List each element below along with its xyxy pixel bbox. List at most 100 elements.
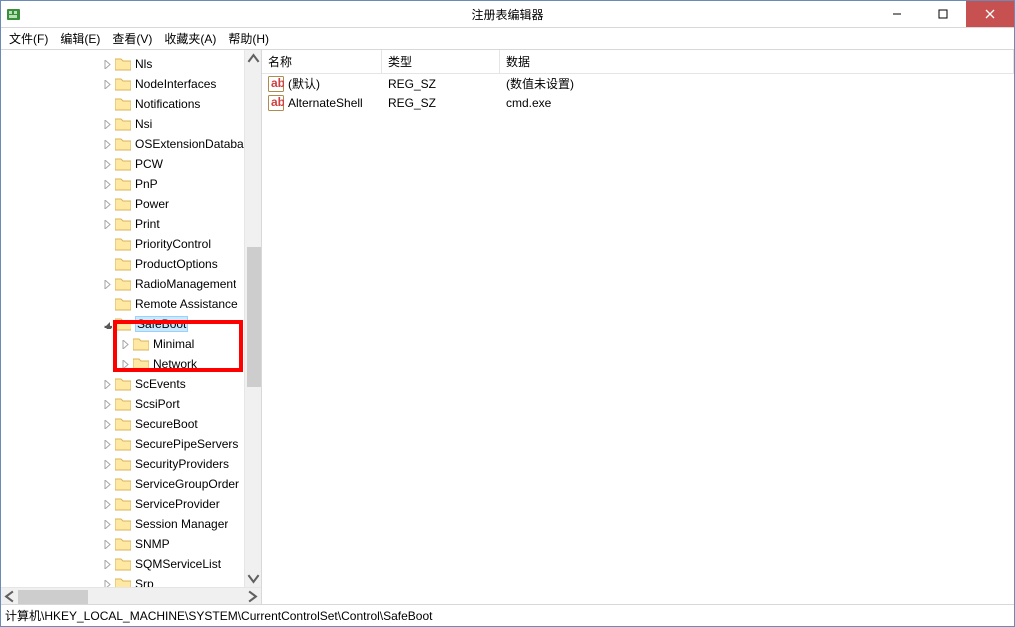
menu-view[interactable]: 查看(V) <box>106 28 158 49</box>
menu-edit[interactable]: 编辑(E) <box>54 28 106 49</box>
column-header-name[interactable]: 名称 <box>262 50 382 73</box>
collapse-icon[interactable] <box>101 318 113 330</box>
expand-icon[interactable] <box>101 518 113 530</box>
expand-icon[interactable] <box>101 158 113 170</box>
expand-icon[interactable] <box>101 278 113 290</box>
folder-icon <box>115 77 131 91</box>
vertical-scroll-thumb[interactable] <box>247 247 261 387</box>
expand-icon[interactable] <box>101 498 113 510</box>
tree-node[interactable]: NodeInterfaces <box>1 74 244 94</box>
tree-node-label: PCW <box>135 157 163 171</box>
scroll-left-button[interactable] <box>1 588 18 605</box>
scroll-down-button[interactable] <box>245 570 262 587</box>
expand-icon[interactable] <box>101 58 113 70</box>
tree-node[interactable]: Remote Assistance <box>1 294 244 314</box>
expand-icon[interactable] <box>101 198 113 210</box>
folder-icon <box>115 157 131 171</box>
list-row[interactable]: AlternateShellREG_SZcmd.exe <box>262 93 1014 112</box>
tree-node[interactable]: OSExtensionDatabase <box>1 134 244 154</box>
tree-node[interactable]: Nsi <box>1 114 244 134</box>
string-value-icon <box>268 95 284 111</box>
folder-icon <box>115 477 131 491</box>
menubar: 文件(F) 编辑(E) 查看(V) 收藏夹(A) 帮助(H) <box>1 28 1014 49</box>
horizontal-scrollbar[interactable] <box>1 587 261 604</box>
tree-node[interactable]: Minimal <box>1 334 244 354</box>
tree-node-label: Session Manager <box>135 517 228 531</box>
minimize-button[interactable] <box>874 1 920 27</box>
expand-icon[interactable] <box>101 178 113 190</box>
folder-icon <box>133 357 149 371</box>
tree-node[interactable]: RadioManagement <box>1 274 244 294</box>
menu-favorites[interactable]: 收藏夹(A) <box>158 28 222 49</box>
folder-icon <box>115 457 131 471</box>
statusbar: 计算机\HKEY_LOCAL_MACHINE\SYSTEM\CurrentCon… <box>1 604 1014 626</box>
tree-node[interactable]: Notifications <box>1 94 244 114</box>
scroll-right-button[interactable] <box>244 588 261 605</box>
tree-node[interactable]: SecureBoot <box>1 414 244 434</box>
expand-icon[interactable] <box>101 118 113 130</box>
tree-node-label: PriorityControl <box>135 237 211 251</box>
tree-node[interactable]: Srp <box>1 574 244 587</box>
tree-pane: NlsNodeInterfacesNotificationsNsiOSExten… <box>1 50 262 604</box>
expand-icon[interactable] <box>101 538 113 550</box>
tree-node[interactable]: PriorityControl <box>1 234 244 254</box>
values-pane: 名称 类型 数据 (默认)REG_SZ(数值未设置)AlternateShell… <box>262 50 1014 604</box>
expand-icon[interactable] <box>101 438 113 450</box>
expand-icon[interactable] <box>101 478 113 490</box>
tree-node-label: SafeBoot <box>135 316 188 332</box>
tree-node[interactable]: PnP <box>1 174 244 194</box>
menu-help[interactable]: 帮助(H) <box>222 28 275 49</box>
tree-node[interactable]: ServiceProvider <box>1 494 244 514</box>
expand-icon[interactable] <box>119 358 131 370</box>
tree-node[interactable]: Network <box>1 354 244 374</box>
expand-icon[interactable] <box>119 338 131 350</box>
tree-node[interactable]: SafeBoot <box>1 314 244 334</box>
tree-node[interactable]: ScEvents <box>1 374 244 394</box>
expand-icon[interactable] <box>101 398 113 410</box>
tree-node-label: SecurePipeServers <box>135 437 238 451</box>
list-row[interactable]: (默认)REG_SZ(数值未设置) <box>262 74 1014 93</box>
tree-node[interactable]: ServiceGroupOrder <box>1 474 244 494</box>
folder-icon <box>115 217 131 231</box>
expand-icon[interactable] <box>101 378 113 390</box>
tree-node-label: SQMServiceList <box>135 557 221 571</box>
close-button[interactable] <box>966 1 1014 27</box>
folder-icon <box>115 417 131 431</box>
expand-icon[interactable] <box>101 578 113 587</box>
horizontal-scroll-thumb[interactable] <box>18 590 88 604</box>
tree-node[interactable]: SQMServiceList <box>1 554 244 574</box>
tree-node[interactable]: SecurePipeServers <box>1 434 244 454</box>
column-header-type[interactable]: 类型 <box>382 50 500 73</box>
folder-icon <box>115 537 131 551</box>
cell-data: cmd.exe <box>500 96 1014 110</box>
tree-node[interactable]: PCW <box>1 154 244 174</box>
tree-node-label: ProductOptions <box>135 257 218 271</box>
tree-node[interactable]: Power <box>1 194 244 214</box>
tree-node-label: Print <box>135 217 160 231</box>
tree-node[interactable]: Print <box>1 214 244 234</box>
column-header-data[interactable]: 数据 <box>500 50 1014 73</box>
expand-icon[interactable] <box>101 138 113 150</box>
expander-placeholder <box>101 238 113 250</box>
folder-icon <box>115 237 131 251</box>
scroll-up-button[interactable] <box>245 50 262 67</box>
cell-type: REG_SZ <box>382 77 500 91</box>
expand-icon[interactable] <box>101 218 113 230</box>
registry-tree[interactable]: NlsNodeInterfacesNotificationsNsiOSExten… <box>1 50 244 587</box>
expand-icon[interactable] <box>101 458 113 470</box>
expand-icon[interactable] <box>101 418 113 430</box>
value-name: (默认) <box>288 75 320 92</box>
tree-node[interactable]: ScsiPort <box>1 394 244 414</box>
expand-icon[interactable] <box>101 558 113 570</box>
values-list[interactable]: (默认)REG_SZ(数值未设置)AlternateShellREG_SZcmd… <box>262 74 1014 604</box>
maximize-button[interactable] <box>920 1 966 27</box>
tree-node[interactable]: Nls <box>1 54 244 74</box>
titlebar[interactable]: 注册表编辑器 <box>1 1 1014 28</box>
vertical-scrollbar[interactable] <box>244 50 261 587</box>
tree-node[interactable]: Session Manager <box>1 514 244 534</box>
menu-file[interactable]: 文件(F) <box>3 28 54 49</box>
tree-node[interactable]: SecurityProviders <box>1 454 244 474</box>
expand-icon[interactable] <box>101 78 113 90</box>
tree-node[interactable]: SNMP <box>1 534 244 554</box>
tree-node[interactable]: ProductOptions <box>1 254 244 274</box>
